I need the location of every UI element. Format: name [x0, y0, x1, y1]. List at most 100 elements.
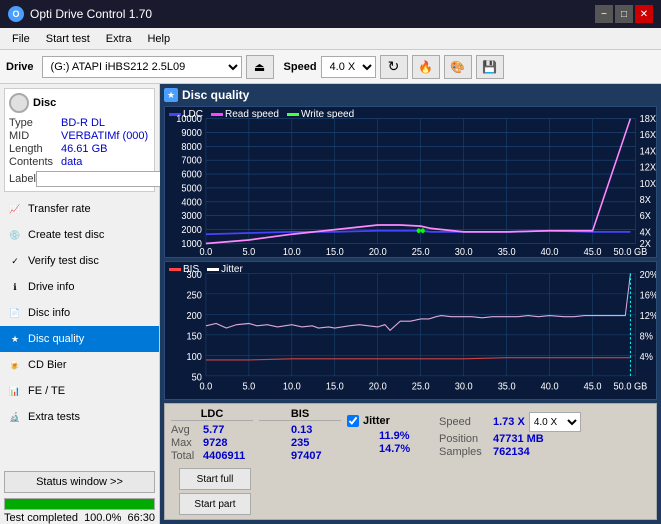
nav-verify-test-disc[interactable]: ✓ Verify test disc: [0, 248, 159, 274]
save-button[interactable]: 💾: [476, 55, 504, 79]
length-value: 46.61 GB: [61, 143, 107, 155]
nav-items: 📈 Transfer rate 💿 Create test disc ✓ Ver…: [0, 196, 159, 430]
svg-text:20.0: 20.0: [369, 381, 387, 393]
disc-mid-row: MID VERBATIMf (000): [9, 130, 150, 142]
marker2: [421, 228, 425, 233]
disc-info-icon: 📄: [8, 306, 22, 320]
position-val: 47731 MB: [493, 433, 544, 445]
top-chart: LDC Read speed Write speed: [164, 106, 657, 258]
svg-text:20%: 20%: [640, 270, 656, 282]
menu-help[interactable]: Help: [139, 31, 178, 47]
disc-panel-title: Disc: [33, 97, 56, 109]
total-label: Total: [171, 450, 199, 462]
status-bar-section: Status window >>: [4, 471, 155, 493]
disc-icon: [9, 93, 29, 113]
ldc-avg-val: 5.77: [203, 424, 253, 436]
svg-text:300: 300: [186, 270, 202, 282]
window-controls: − □ ✕: [595, 5, 653, 23]
bis-max-val: 235: [291, 437, 341, 449]
nav-disc-quality[interactable]: ★ Disc quality: [0, 326, 159, 352]
svg-text:12X: 12X: [640, 162, 656, 174]
svg-text:16X: 16X: [640, 130, 656, 142]
jitter-checkbox[interactable]: [347, 415, 359, 427]
svg-text:150: 150: [186, 331, 202, 343]
color-button[interactable]: 🎨: [444, 55, 472, 79]
drive-select[interactable]: (G:) ATAPI iHBS212 2.5L09: [42, 56, 242, 78]
svg-text:15.0: 15.0: [326, 247, 344, 258]
cd-bier-icon: 🍺: [8, 358, 22, 372]
disc-label-input[interactable]: [36, 171, 174, 187]
disc-length-row: Length 46.61 GB: [9, 143, 150, 155]
speed-select[interactable]: 4.0 X 8.0 X: [321, 56, 376, 78]
nav-cd-bier[interactable]: 🍺 CD Bier: [0, 352, 159, 378]
marker1: [417, 228, 421, 233]
status-window-button[interactable]: Status window >>: [4, 471, 155, 493]
speed-pos-col: Speed 1.73 X 4.0 X 8.0 X Position 47731 …: [439, 412, 581, 458]
bis-max-row: 235: [259, 437, 341, 449]
progress-percent: 100.0%: [84, 512, 121, 524]
svg-text:20.0: 20.0: [369, 247, 387, 258]
nav-fe-te[interactable]: 📊 FE / TE: [0, 378, 159, 404]
content-title: Disc quality: [182, 88, 249, 102]
ldc-max-val: 9728: [203, 437, 253, 449]
sidebar: Disc Type BD-R DL MID VERBATIMf (000) Le…: [0, 84, 160, 524]
nav-verify-test-disc-label: Verify test disc: [28, 255, 99, 267]
nav-disc-info[interactable]: 📄 Disc info: [0, 300, 159, 326]
nav-create-test-disc[interactable]: 💿 Create test disc: [0, 222, 159, 248]
eject-button[interactable]: ⏏: [246, 55, 274, 79]
svg-text:3000: 3000: [181, 211, 202, 223]
samples-val: 762134: [493, 446, 530, 458]
create-test-disc-icon: 💿: [8, 228, 22, 242]
svg-text:8X: 8X: [640, 195, 652, 207]
ldc-total-val: 4406911: [203, 450, 253, 462]
ldc-max-row: Max 9728: [171, 437, 253, 449]
jitter-avg-label: [347, 430, 375, 442]
svg-text:10.0: 10.0: [283, 381, 301, 393]
svg-text:0.0: 0.0: [200, 381, 213, 393]
svg-text:100: 100: [186, 352, 202, 364]
disc-contents-row: Contents data: [9, 156, 150, 168]
disc-header: Disc: [9, 93, 150, 113]
nav-drive-info[interactable]: ℹ Drive info: [0, 274, 159, 300]
disc-label-label: Label: [9, 173, 36, 185]
transfer-rate-icon: 📈: [8, 202, 22, 216]
start-full-button[interactable]: Start full: [179, 468, 251, 490]
verify-test-disc-icon: ✓: [8, 254, 22, 268]
content-icon: ★: [164, 88, 178, 102]
refresh-button[interactable]: ↻: [380, 55, 408, 79]
svg-text:50.0 GB: 50.0 GB: [614, 381, 648, 393]
bis-stats-col: BIS 0.13 235 97407: [259, 408, 341, 462]
progress-time: 66:30: [127, 512, 155, 524]
svg-text:5.0: 5.0: [242, 381, 255, 393]
svg-text:4X: 4X: [640, 227, 652, 239]
nav-transfer-rate[interactable]: 📈 Transfer rate: [0, 196, 159, 222]
start-part-button[interactable]: Start part: [179, 493, 251, 515]
avg-label: Avg: [171, 424, 199, 436]
progress-outer: [4, 498, 155, 510]
menu-start-test[interactable]: Start test: [38, 31, 98, 47]
menu-extra[interactable]: Extra: [98, 31, 140, 47]
action-buttons: Start full Start part: [179, 468, 251, 515]
nav-disc-info-label: Disc info: [28, 307, 70, 319]
nav-extra-tests[interactable]: 🔬 Extra tests: [0, 404, 159, 430]
svg-text:45.0: 45.0: [584, 247, 602, 258]
maximize-button[interactable]: □: [615, 5, 633, 23]
burn-button[interactable]: 🔥: [412, 55, 440, 79]
jitter-avg-val: 11.9%: [379, 430, 429, 442]
speed-row: Speed 1.73 X 4.0 X 8.0 X: [439, 412, 581, 432]
disc-panel: Disc Type BD-R DL MID VERBATIMf (000) Le…: [4, 88, 155, 192]
svg-text:4000: 4000: [181, 197, 202, 209]
speed-label: Speed: [284, 61, 317, 73]
status-text: Test completed: [4, 512, 78, 524]
nav-transfer-rate-label: Transfer rate: [28, 203, 91, 215]
type-label: Type: [9, 117, 61, 129]
speed-stat-dropdown[interactable]: 4.0 X 8.0 X: [529, 412, 581, 432]
contents-label: Contents: [9, 156, 61, 168]
minimize-button[interactable]: −: [595, 5, 613, 23]
menu-file[interactable]: File: [4, 31, 38, 47]
close-button[interactable]: ✕: [635, 5, 653, 23]
main-area: Disc Type BD-R DL MID VERBATIMf (000) Le…: [0, 84, 661, 524]
svg-text:9000: 9000: [181, 127, 202, 139]
svg-text:6000: 6000: [181, 169, 202, 181]
nav-drive-info-label: Drive info: [28, 281, 74, 293]
